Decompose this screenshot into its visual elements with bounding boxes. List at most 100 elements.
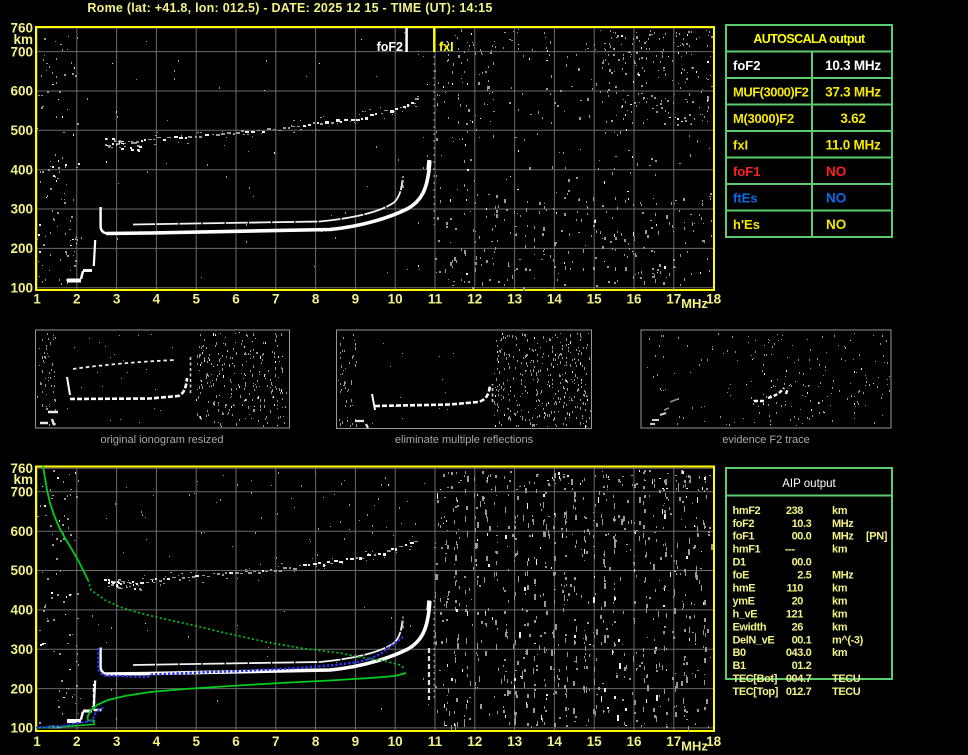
svg-text:2: 2 [73, 734, 81, 749]
svg-text:m^(-3): m^(-3) [832, 634, 864, 646]
svg-text:foF2: foF2 [733, 518, 755, 530]
svg-text:AUTOSCALA output: AUTOSCALA output [753, 32, 866, 46]
svg-text:400: 400 [10, 603, 33, 618]
svg-text:3: 3 [113, 292, 121, 307]
svg-text:7: 7 [272, 292, 280, 307]
svg-text:NO: NO [826, 217, 846, 232]
svg-text:5: 5 [192, 734, 200, 749]
svg-text:.3: .3 [803, 518, 812, 530]
svg-text:MHz: MHz [681, 296, 708, 311]
svg-text:km: km [832, 583, 848, 595]
svg-text:TECU: TECU [832, 686, 861, 698]
svg-text:8: 8 [312, 292, 320, 307]
svg-text:B0: B0 [733, 647, 747, 659]
svg-text:12: 12 [467, 292, 482, 307]
svg-text:11: 11 [428, 292, 443, 307]
svg-text:4: 4 [153, 734, 161, 749]
svg-text:Rome (lat: +41.8, lon: 012.5): Rome (lat: +41.8, lon: 012.5) - DATE: 20… [87, 1, 492, 15]
svg-text:km: km [832, 647, 848, 659]
svg-text:10.3 MHz: 10.3 MHz [825, 58, 881, 73]
svg-text:6: 6 [232, 734, 240, 749]
svg-text:10: 10 [388, 734, 403, 749]
svg-text:043: 043 [786, 647, 803, 659]
svg-text:AIP output: AIP output [782, 478, 836, 490]
svg-text:.0: .0 [803, 647, 812, 659]
svg-text:37.3 MHz: 37.3 MHz [825, 85, 881, 100]
svg-text:16: 16 [626, 734, 642, 749]
svg-text:100: 100 [10, 280, 33, 295]
svg-text:---: --- [785, 544, 796, 556]
svg-text:11.0 MHz: 11.0 MHz [825, 138, 881, 153]
svg-text:300: 300 [10, 202, 33, 217]
svg-text:200: 200 [10, 241, 33, 256]
svg-text:18: 18 [706, 734, 722, 749]
svg-text:TEC[Bot]: TEC[Bot] [733, 673, 778, 685]
svg-text:ymE: ymE [733, 595, 755, 607]
svg-text:ftEs: ftEs [733, 191, 758, 206]
svg-text:1: 1 [33, 734, 41, 749]
svg-text:foE: foE [733, 570, 750, 582]
svg-text:km: km [13, 472, 33, 487]
svg-text:14: 14 [547, 734, 563, 749]
svg-text:14: 14 [547, 292, 563, 307]
svg-text:TECU: TECU [832, 673, 861, 685]
svg-text:h_vE: h_vE [733, 608, 758, 620]
svg-text:5: 5 [192, 292, 200, 307]
svg-text:NO: NO [826, 164, 846, 179]
svg-text:9: 9 [352, 734, 360, 749]
svg-text:17: 17 [666, 734, 681, 749]
svg-text:300: 300 [10, 642, 33, 657]
svg-text:eliminate multiple reflections: eliminate multiple reflections [395, 434, 534, 446]
svg-text:fxI: fxI [733, 138, 748, 153]
svg-text:foF2: foF2 [377, 40, 403, 54]
svg-text:11: 11 [428, 734, 443, 749]
svg-text:NO: NO [826, 191, 846, 206]
svg-text:Ewidth: Ewidth [733, 621, 767, 633]
svg-text:.1: .1 [803, 634, 812, 646]
svg-text:100: 100 [10, 721, 33, 736]
svg-text:26: 26 [792, 621, 804, 633]
svg-text:7: 7 [272, 734, 280, 749]
svg-text:200: 200 [10, 681, 33, 696]
svg-text:MHz: MHz [832, 531, 854, 543]
svg-text:TEC[Top]: TEC[Top] [733, 686, 779, 698]
svg-text:17: 17 [666, 292, 681, 307]
svg-text:600: 600 [10, 524, 33, 539]
svg-text:DelN_vE: DelN_vE [733, 634, 775, 646]
svg-text:km: km [832, 621, 848, 633]
svg-text:6: 6 [232, 292, 240, 307]
svg-text:km: km [13, 32, 33, 47]
svg-text:004: 004 [786, 673, 804, 685]
svg-text:121: 121 [786, 608, 803, 620]
svg-text:foF1: foF1 [733, 164, 760, 179]
svg-text:3.62: 3.62 [840, 111, 865, 126]
svg-text:8: 8 [312, 734, 320, 749]
svg-text:01: 01 [792, 660, 804, 672]
svg-text:B1: B1 [733, 660, 747, 672]
svg-text:km: km [832, 505, 848, 517]
svg-text:3: 3 [113, 734, 121, 749]
svg-text:10: 10 [792, 518, 804, 530]
svg-text:evidence F2 trace: evidence F2 trace [722, 434, 809, 446]
svg-text:hmF1: hmF1 [733, 544, 761, 556]
svg-text:00: 00 [792, 531, 804, 543]
svg-text:1: 1 [33, 292, 41, 307]
svg-text:original ionogram resized: original ionogram resized [101, 434, 224, 446]
svg-text:.2: .2 [803, 660, 812, 672]
svg-text:foF2: foF2 [733, 58, 760, 73]
svg-text:16: 16 [626, 292, 642, 307]
svg-text:600: 600 [10, 84, 33, 99]
svg-text:20: 20 [792, 595, 804, 607]
svg-text:fxI: fxI [439, 40, 454, 54]
svg-text:hmF2: hmF2 [733, 505, 761, 517]
svg-text:18: 18 [706, 292, 722, 307]
svg-text:2: 2 [73, 292, 81, 307]
svg-text:012: 012 [786, 686, 803, 698]
svg-text:D1: D1 [733, 557, 747, 569]
svg-text:13: 13 [507, 734, 523, 749]
svg-text:MHz: MHz [832, 570, 854, 582]
svg-text:00: 00 [792, 557, 804, 569]
svg-text:.0: .0 [803, 557, 812, 569]
svg-text:400: 400 [10, 162, 33, 177]
svg-text:15: 15 [587, 734, 603, 749]
